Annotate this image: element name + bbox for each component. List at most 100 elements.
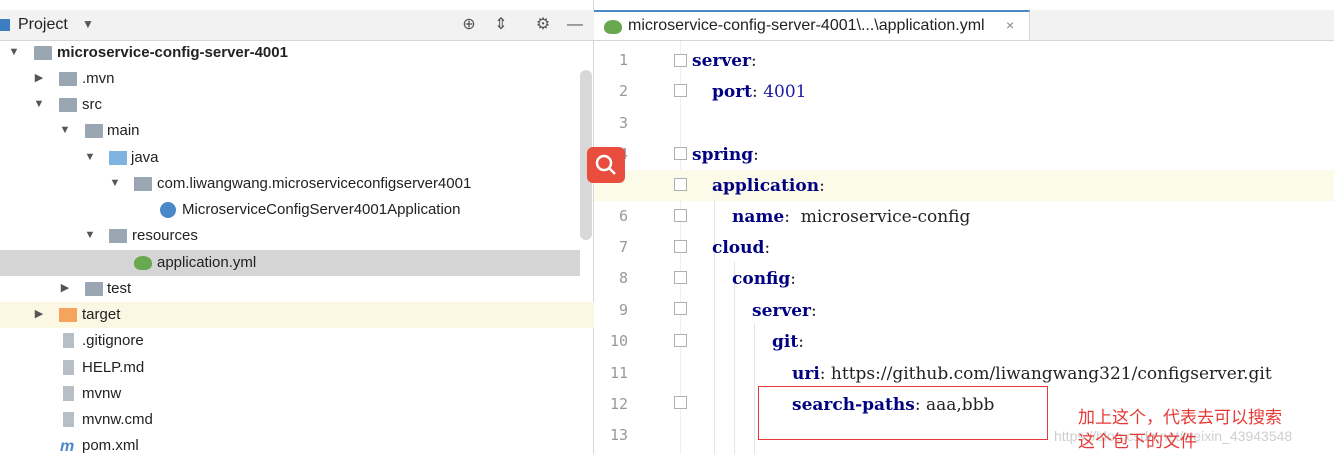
tree-item-label: pom.xml <box>82 437 139 454</box>
tree-item-label: HELP.md <box>82 359 145 376</box>
locate-icon[interactable]: ⊕ <box>458 15 480 35</box>
yaml-sep: : <box>819 364 831 384</box>
tree-item-target[interactable]: ▶ target <box>0 302 594 328</box>
project-title[interactable]: Project <box>18 16 68 34</box>
tree-item-project-root[interactable]: ▼ microservice-config-server-4001 <box>0 40 580 66</box>
tree-item-label: mvnw.cmd <box>82 411 153 428</box>
tree-item-label: .gitignore <box>82 332 144 349</box>
tree-item-label: MicroserviceConfigServer4001Application <box>182 201 461 218</box>
collapse-icon[interactable]: ⇕ <box>490 15 512 35</box>
code-line[interactable]: cloud: <box>594 234 1334 265</box>
folder-icon <box>85 282 103 296</box>
tree-item-label: application.yml <box>157 254 257 271</box>
tree-item-application-yml[interactable]: application.yml <box>0 250 580 276</box>
yaml-key: cloud <box>712 238 765 258</box>
tree-item-src[interactable]: ▼ src <box>0 92 580 118</box>
project-panel: Project ▼ ⊕ ⇕ ⚙ — ▼ microservice-config-… <box>0 0 594 455</box>
code-line[interactable]: application: <box>594 172 1334 203</box>
tree-item-label: test <box>107 280 132 297</box>
module-icon <box>34 46 52 60</box>
chevron-right-icon[interactable]: ▶ <box>33 306 45 320</box>
chevron-down-icon[interactable]: ▼ <box>109 175 121 189</box>
chevron-down-icon[interactable]: ▼ <box>59 122 71 136</box>
code-line[interactable]: config: <box>594 265 1334 296</box>
code-line[interactable]: git: <box>594 328 1334 359</box>
tree-item-label: main <box>107 122 140 139</box>
tree-item-resources[interactable]: ▼ resources <box>0 223 580 249</box>
editor-tabbar: microservice-config-server-4001\...\appl… <box>594 10 1334 41</box>
tree-item-java[interactable]: ▼ java <box>0 145 580 171</box>
yaml-sep: : <box>784 207 801 227</box>
tab-label: microservice-config-server-4001\...\appl… <box>628 17 985 34</box>
chevron-down-icon[interactable]: ▼ <box>84 227 96 241</box>
chevron-down-icon[interactable]: ▼ <box>82 17 94 31</box>
annotation-text: 这个包下的文件 <box>1078 432 1197 451</box>
yaml-value: microservice-config <box>800 207 971 227</box>
yaml-sep: : <box>764 238 771 258</box>
tree-item-mvn[interactable]: ▶ .mvn <box>0 66 580 92</box>
annotation-box <box>758 386 1048 440</box>
tree-item-pom-xml[interactable]: m pom.xml <box>0 433 580 455</box>
chevron-down-icon[interactable]: ▼ <box>8 44 20 58</box>
chevron-down-icon[interactable]: ▼ <box>84 149 96 163</box>
tree-item-label: mvnw <box>82 385 122 402</box>
folder-icon <box>59 98 77 112</box>
tree-item-label: target <box>82 306 121 323</box>
project-panel-header: Project ▼ ⊕ ⇕ ⚙ — <box>0 10 594 41</box>
yaml-key: server <box>752 301 811 321</box>
file-icon <box>63 412 74 427</box>
yaml-value: 4001 <box>763 82 807 102</box>
yaml-sep: : <box>811 301 817 321</box>
class-icon <box>160 202 176 218</box>
resources-folder-icon <box>109 229 127 243</box>
yaml-value: https://github.com/liwangwang321/configs… <box>830 364 1272 384</box>
search-button[interactable] <box>587 147 625 183</box>
excluded-folder-icon <box>59 308 77 322</box>
tree-item-help-md[interactable]: HELP.md <box>0 355 580 381</box>
chevron-down-icon[interactable]: ▼ <box>33 96 45 110</box>
yaml-sep: : <box>790 269 797 289</box>
tree-item-application-class[interactable]: MicroserviceConfigServer4001Application <box>0 197 580 223</box>
chevron-right-icon[interactable]: ▶ <box>59 280 71 294</box>
file-icon <box>63 333 74 348</box>
yaml-key: uri <box>792 364 820 384</box>
yaml-key: name <box>732 207 785 227</box>
yaml-key: port <box>712 82 753 102</box>
file-icon <box>63 386 74 401</box>
gear-icon[interactable]: ⚙ <box>532 15 554 35</box>
tree-item-label: .mvn <box>82 70 115 87</box>
folder-icon <box>85 124 103 138</box>
tree-item-main[interactable]: ▼ main <box>0 118 580 144</box>
tree-item-mvnw[interactable]: mvnw <box>0 381 580 407</box>
tree-item-mvnw-cmd[interactable]: mvnw.cmd <box>0 407 580 433</box>
chevron-right-icon[interactable]: ▶ <box>33 70 45 84</box>
tree-item-package[interactable]: ▼ com.liwangwang.microserviceconfigserve… <box>0 171 580 197</box>
tree-item-gitignore[interactable]: .gitignore <box>0 328 580 354</box>
yaml-key: spring <box>692 145 754 165</box>
yaml-key: server <box>692 51 751 71</box>
yaml-sep: : <box>819 176 825 196</box>
maven-icon: m <box>60 438 75 455</box>
yaml-sep: : <box>751 51 757 71</box>
package-icon <box>134 177 152 191</box>
tree-item-test[interactable]: ▶ test <box>0 276 580 302</box>
tab-application-yml[interactable]: microservice-config-server-4001\...\appl… <box>594 10 1030 40</box>
tree-item-label: java <box>131 149 159 166</box>
yaml-sep: : <box>798 332 804 352</box>
code-line[interactable]: port: 4001 <box>594 78 1334 109</box>
spring-yml-icon <box>134 256 152 270</box>
markdown-file-icon <box>63 360 74 375</box>
minimize-icon[interactable]: — <box>564 15 586 35</box>
yaml-key: application <box>712 176 820 196</box>
code-line[interactable]: server: <box>594 47 1334 78</box>
yaml-sep: : <box>752 82 764 102</box>
code-line[interactable]: server: <box>594 297 1334 328</box>
folder-icon <box>59 72 77 86</box>
close-icon[interactable]: × <box>1006 17 1014 33</box>
code-line[interactable]: spring: <box>594 141 1334 172</box>
source-folder-icon <box>109 151 127 165</box>
spring-yml-icon <box>604 20 622 34</box>
code-line[interactable]: name: microservice-config <box>594 203 1334 234</box>
annotation-text: 加上这个，代表去可以搜索 <box>1078 408 1282 427</box>
tree-item-label: com.liwangwang.microserviceconfigserver4… <box>157 175 472 192</box>
